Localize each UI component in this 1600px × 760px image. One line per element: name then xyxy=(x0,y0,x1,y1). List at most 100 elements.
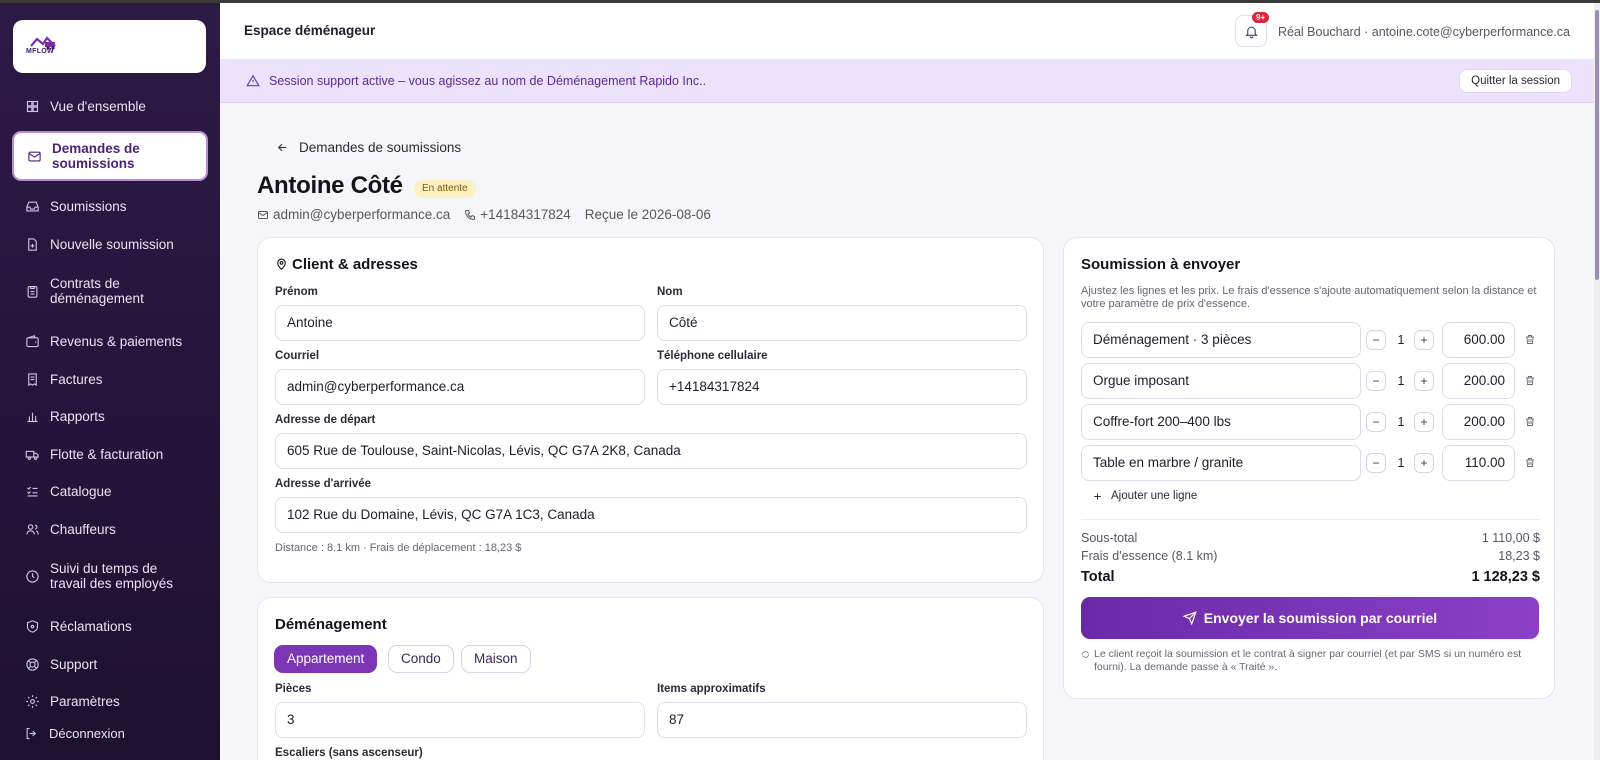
move-card-title: Déménagement xyxy=(275,616,387,633)
quote-line-name[interactable]: Déménagement · 3 pièces xyxy=(1081,322,1361,358)
quote-line-name[interactable]: Table en marbre / granite xyxy=(1081,445,1361,481)
quote-line-price[interactable]: 200.00 xyxy=(1442,404,1515,440)
trash-icon[interactable] xyxy=(1524,333,1536,346)
type-option-appartement[interactable]: Appartement xyxy=(274,645,378,673)
bell-icon xyxy=(1244,26,1258,38)
subtotal-row: Sous-total 1 110,00 $ xyxy=(1081,531,1540,545)
increase-qty-button[interactable]: + xyxy=(1414,330,1434,350)
stairs-label: Escaliers (sans ascenseur) xyxy=(275,747,423,759)
quote-line-qty: 1 xyxy=(1397,374,1405,388)
first-name-field[interactable]: Antoine xyxy=(275,305,645,341)
sidebar-item-3[interactable]: Soumissions xyxy=(12,191,208,221)
sidebar-item-7[interactable]: Factures xyxy=(12,364,208,394)
increase-qty-button[interactable]: + xyxy=(1414,371,1434,391)
type-option-condo[interactable]: Condo xyxy=(388,645,454,673)
sidebar-item-1[interactable]: Vue d'ensemble xyxy=(12,91,208,121)
back-link[interactable]: Demandes de soumissions xyxy=(276,140,461,155)
fuel-label: Frais d'essence (8.1 km) xyxy=(1081,549,1218,563)
fuel-row: Frais d'essence (8.1 km) 18,23 $ xyxy=(1081,549,1540,563)
type-option-maison[interactable]: Maison xyxy=(461,645,531,673)
sidebar-item-label: Réclamations xyxy=(50,618,132,634)
sidebar-item-label: Flotte & facturation xyxy=(50,446,164,462)
client-card-title-text: Client & adresses xyxy=(292,256,418,273)
sidebar-item-4[interactable]: Nouvelle soumission xyxy=(12,229,208,259)
items-label: Items approximatifs xyxy=(657,683,766,695)
decrease-qty-button[interactable]: − xyxy=(1366,330,1386,350)
sidebar-item-6[interactable]: Revenus & paiements xyxy=(12,326,208,356)
sidebar-item-14[interactable]: Support xyxy=(12,649,208,679)
sidebar-item-8[interactable]: Rapports xyxy=(12,401,208,431)
plus-icon xyxy=(1094,492,1101,500)
sidebar-item-2[interactable]: Demandes de soumissions xyxy=(12,131,208,181)
arrival-address-field[interactable]: 102 Rue du Domaine, Lévis, QC G7A 1C3, C… xyxy=(275,497,1027,533)
received-date: Reçue le 2026-08-06 xyxy=(584,207,711,222)
warning-icon xyxy=(246,74,260,88)
quote-line-name[interactable]: Coffre-fort 200–400 lbs xyxy=(1081,404,1361,440)
quote-line-price[interactable]: 200.00 xyxy=(1442,363,1515,399)
last-name-label: Nom xyxy=(657,286,683,298)
items-field[interactable]: 87 xyxy=(657,702,1027,738)
increase-qty-button[interactable]: + xyxy=(1414,453,1434,473)
rooms-label: Pièces xyxy=(275,683,312,695)
status-badge: En attente xyxy=(414,180,476,198)
logout-button[interactable]: Déconnexion xyxy=(24,726,125,741)
quote-description: Ajustez les lignes et les prix. Le frais… xyxy=(1081,285,1537,310)
sidebar-item-label: Chauffeurs xyxy=(50,521,116,537)
shield-icon xyxy=(24,618,40,634)
client-meta: admin@cyberperformance.ca +14184317824 R… xyxy=(257,207,711,222)
page-title: Antoine Côté xyxy=(257,172,403,199)
decrease-qty-button[interactable]: − xyxy=(1366,412,1386,432)
send-note-text: Le client reçoit la soumission et le con… xyxy=(1094,648,1522,673)
sidebar-item-5[interactable]: Contrats de déménagement xyxy=(12,266,208,316)
quit-session-button[interactable]: Quitter la session xyxy=(1459,69,1572,93)
sidebar-item-9[interactable]: Flotte & facturation xyxy=(12,439,208,469)
sidebar-item-label: Catalogue xyxy=(50,483,112,499)
send-quote-label: Envoyer la soumission par courriel xyxy=(1203,610,1438,626)
decrease-qty-button[interactable]: − xyxy=(1366,371,1386,391)
sidebar-item-10[interactable]: Catalogue xyxy=(12,476,208,506)
users-icon xyxy=(24,521,40,537)
quote-line-price[interactable]: 110.00 xyxy=(1442,445,1515,481)
quote-line-name[interactable]: Orgue imposant xyxy=(1081,363,1361,399)
increase-qty-button[interactable]: + xyxy=(1414,412,1434,432)
add-line-label: Ajouter une ligne xyxy=(1111,490,1198,502)
trash-icon[interactable] xyxy=(1524,456,1536,469)
rooms-field[interactable]: 3 xyxy=(275,702,645,738)
logo-text: MFLOW xyxy=(26,48,54,55)
logo-card[interactable]: MFLOW xyxy=(13,20,206,73)
subtotal-value: 1 110,00 $ xyxy=(1481,531,1540,545)
page-scrollbar-thumb[interactable] xyxy=(1595,10,1599,280)
quote-line-price[interactable]: 600.00 xyxy=(1442,322,1515,358)
sidebar-item-13[interactable]: Réclamations xyxy=(12,611,208,641)
sidebar-item-label: Rapports xyxy=(50,408,105,424)
add-line-button[interactable]: Ajouter une ligne xyxy=(1092,490,1197,502)
wallet-icon xyxy=(24,333,40,349)
subtotal-label: Sous-total xyxy=(1081,531,1138,545)
phone-label: Téléphone cellulaire xyxy=(657,350,768,362)
last-name-field[interactable]: Côté xyxy=(657,305,1027,341)
trash-icon[interactable] xyxy=(1524,415,1536,428)
back-link-label: Demandes de soumissions xyxy=(299,140,462,155)
email-field[interactable]: admin@cyberperformance.ca xyxy=(275,369,645,405)
send-quote-button[interactable]: Envoyer la soumission par courriel xyxy=(1081,597,1539,639)
client-phone[interactable]: +14184317824 xyxy=(480,207,570,222)
support-session-banner: Session support active – vous agissez au… xyxy=(220,60,1594,103)
decrease-qty-button[interactable]: − xyxy=(1366,453,1386,473)
sidebar: MFLOW Vue d'ensemble Demandes de soumissi… xyxy=(0,3,220,760)
departure-address-field[interactable]: 605 Rue de Toulouse, Saint-Nicolas, Lévi… xyxy=(275,433,1027,469)
file-plus-icon xyxy=(24,236,40,252)
notification-count-badge: 9+ xyxy=(1252,12,1270,23)
arrow-left-icon xyxy=(277,143,287,152)
map-pin-icon xyxy=(277,258,286,271)
sidebar-item-label: Suivi du temps de travail des employés xyxy=(50,561,174,591)
client-email[interactable]: admin@cyberperformance.ca xyxy=(273,207,450,222)
phone-field[interactable]: +14184317824 xyxy=(657,369,1027,405)
trash-icon[interactable] xyxy=(1524,374,1536,387)
sidebar-item-15[interactable]: Paramètres xyxy=(12,686,208,716)
clipboard-icon xyxy=(24,283,40,299)
sidebar-item-11[interactable]: Chauffeurs xyxy=(12,514,208,544)
quote-divider xyxy=(1081,519,1540,520)
sidebar-item-label: Revenus & paiements xyxy=(50,333,183,349)
user-identity[interactable]: Réal Bouchard · antoine.cote@cyberperfor… xyxy=(1278,25,1570,39)
sidebar-item-12[interactable]: Suivi du temps de travail des employés xyxy=(12,551,208,601)
